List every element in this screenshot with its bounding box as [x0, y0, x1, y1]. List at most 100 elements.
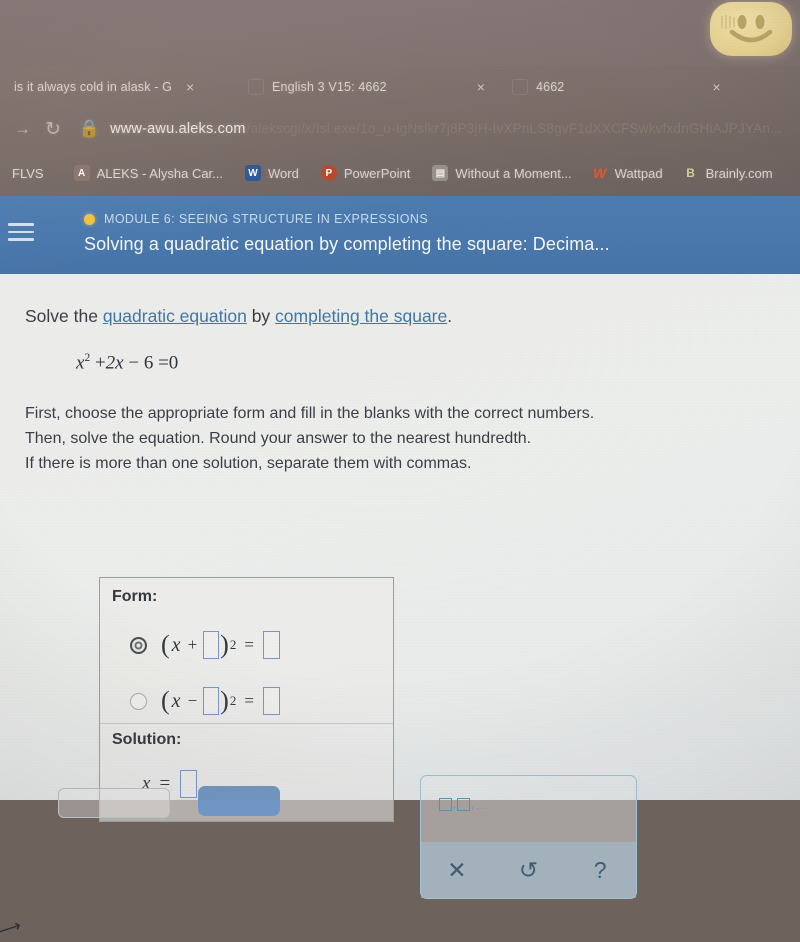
aleks-header-bar: MODULE 6: SEEING STRUCTURE IN EXPRESSION…	[0, 196, 800, 274]
lock-icon: 🔒	[78, 119, 101, 138]
browser-titlebar	[0, 0, 800, 66]
form-sign: −	[187, 691, 198, 710]
tab-favicon-icon	[512, 79, 528, 95]
equation-term3: 6	[143, 352, 154, 374]
bookmark-powerpoint[interactable]: P PowerPoint	[320, 165, 411, 181]
problem-directions: First, choose the appropriate form and f…	[25, 402, 594, 476]
browser-toolbar: → ↻ 🔒 www-awu.aleks.com /alekscgi/x/Isl.…	[0, 108, 800, 150]
bookmark-without-a-moment[interactable]: ▤ Without a Moment...	[432, 165, 572, 181]
browser-tab[interactable]: is it always cold in alask - G ×	[14, 66, 264, 108]
mouse-cursor-icon: ⟶	[0, 915, 24, 942]
instruction-prefix: Solve the	[25, 306, 103, 326]
bookmarks-bar: FLVS A ALEKS - Alysha Car... W Word P Po…	[0, 150, 800, 196]
page-title: Solving a quadratic equation by completi…	[84, 234, 610, 254]
bookmark-flvs[interactable]: FLVS	[12, 166, 44, 181]
instruction-mid: by	[246, 306, 276, 326]
aleks-favicon-icon: A	[73, 165, 90, 181]
brainly-icon: B	[686, 166, 695, 180]
radio-button-plus[interactable]	[130, 636, 147, 654]
bookmark-label: Wattpad	[614, 165, 663, 181]
link-quadratic-equation[interactable]: quadratic equation	[103, 306, 247, 326]
equation-rhs: 0	[168, 352, 179, 374]
module-breadcrumb: MODULE 6: SEEING STRUCTURE IN EXPRESSION…	[84, 212, 428, 226]
directions-line-2: Then, solve the equation. Round your ans…	[25, 429, 532, 447]
instruction-suffix: .	[447, 306, 453, 326]
input-blank-inner-minus[interactable]	[203, 687, 220, 715]
comma-separator: ,	[453, 800, 456, 811]
url-host: www-awu.aleks.com	[110, 121, 246, 137]
equation-op2: −	[128, 352, 140, 374]
url-path: /alekscgi/x/Isl.exe/1o_u-IgNslkr7j8P3jH-…	[246, 121, 782, 136]
comma-separator: ,	[470, 800, 474, 811]
bookmark-aleks[interactable]: A ALEKS - Alysha Car...	[73, 165, 224, 181]
bookmark-label: Without a Moment...	[455, 165, 572, 181]
math-answer-palette: , , ... ✕ ↺ ?	[420, 775, 637, 899]
word-icon: W	[245, 165, 262, 181]
equation-equals: =	[158, 352, 169, 374]
form-option-plus[interactable]: ( x + ) 2 =	[130, 630, 281, 660]
bookmark-brainly[interactable]: B Brainly.com	[683, 165, 773, 181]
ellipsis-icon: ...	[476, 801, 488, 811]
browser-chrome: is it always cold in alask - G × English…	[0, 0, 800, 196]
radio-button-minus[interactable]	[130, 692, 147, 710]
bookmark-word[interactable]: W Word	[245, 165, 299, 181]
wattpad-icon: W	[593, 165, 607, 181]
browser-tab[interactable]: English 3 V15: 4662 ×	[248, 66, 528, 108]
palette-button-bar: ✕ ↺ ?	[421, 842, 636, 898]
undo-button[interactable]: ↺	[493, 857, 565, 884]
equation-op1: +	[94, 352, 106, 374]
tab-title: 4662	[536, 80, 565, 94]
aleks-page: MODULE 6: SEEING STRUCTURE IN EXPRESSION…	[0, 196, 800, 941]
input-solution-answer[interactable]	[180, 770, 198, 798]
form-sign: +	[187, 635, 198, 654]
equation-term2: 2x	[105, 352, 124, 374]
smiley-face-icon	[710, 2, 792, 56]
bookmark-label: Word	[268, 165, 299, 181]
reload-icon[interactable]: ↻	[45, 118, 61, 141]
solution-panel-title: Solution:	[112, 731, 182, 748]
link-completing-the-square[interactable]: completing the square	[275, 306, 447, 326]
tab-favicon-icon	[248, 79, 264, 95]
form-equals: =	[244, 691, 254, 710]
secondary-action-button[interactable]	[58, 788, 170, 818]
forward-arrow-icon[interactable]: →	[14, 119, 31, 139]
tab-close-icon[interactable]: ×	[477, 80, 485, 94]
close-paren: )	[220, 630, 229, 659]
powerpoint-icon: P	[320, 165, 337, 181]
form-exponent: 2	[229, 693, 237, 708]
form-panel: Form: ( x + ) 2 = (x −) 2 =	[99, 577, 394, 724]
bookmark-label: FLVS	[12, 165, 44, 181]
input-blank-rhs-minus[interactable]	[262, 687, 280, 715]
form-equation-minus: ( x − ) 2 =	[161, 686, 281, 716]
bookmark-label: ALEKS - Alysha Car...	[96, 165, 224, 181]
form-exponent: 2	[229, 637, 237, 652]
clear-button[interactable]: ✕	[421, 857, 493, 884]
module-label: MODULE 6: SEEING STRUCTURE IN EXPRESSION…	[104, 212, 429, 226]
bookmark-label: PowerPoint	[343, 165, 411, 181]
directions-line-3: If there is more than one solution, sepa…	[25, 454, 472, 472]
document-icon: ▤	[432, 165, 449, 181]
help-button[interactable]: ?	[564, 857, 636, 884]
tab-strip: is it always cold in alask - G × English…	[0, 66, 800, 108]
input-blank-inner-plus[interactable]	[203, 631, 220, 659]
tab-close-icon[interactable]: ×	[712, 80, 720, 94]
form-equation-plus: ( x + ) 2 =	[161, 630, 281, 660]
tab-title: English 3 V15: 4662	[272, 80, 387, 94]
bookmark-label: Brainly.com	[705, 165, 773, 181]
address-bar[interactable]: www-awu.aleks.com /alekscgi/x/Isl.exe/1o…	[110, 121, 782, 137]
browser-tab[interactable]: 4662 ×	[512, 66, 782, 108]
tab-close-icon[interactable]: ×	[186, 80, 194, 94]
input-blank-rhs-plus[interactable]	[262, 631, 280, 659]
tab-title: is it always cold in alask - G	[14, 80, 173, 94]
form-var: x	[171, 633, 181, 656]
close-paren: )	[220, 686, 229, 715]
bookmark-wattpad[interactable]: W Wattpad	[592, 165, 663, 181]
problem-instruction: Solve the quadratic equation by completi…	[25, 306, 452, 327]
problem-equation: x2 +2x − 6 =0	[76, 352, 178, 374]
hamburger-menu-icon[interactable]	[8, 218, 34, 246]
screen-photo: is it always cold in alask - G × English…	[0, 0, 800, 941]
form-equals: =	[244, 635, 254, 654]
form-option-minus[interactable]: ( x − ) 2 =	[130, 686, 281, 716]
primary-submit-button[interactable]	[198, 786, 280, 816]
form-var: x	[171, 689, 181, 712]
